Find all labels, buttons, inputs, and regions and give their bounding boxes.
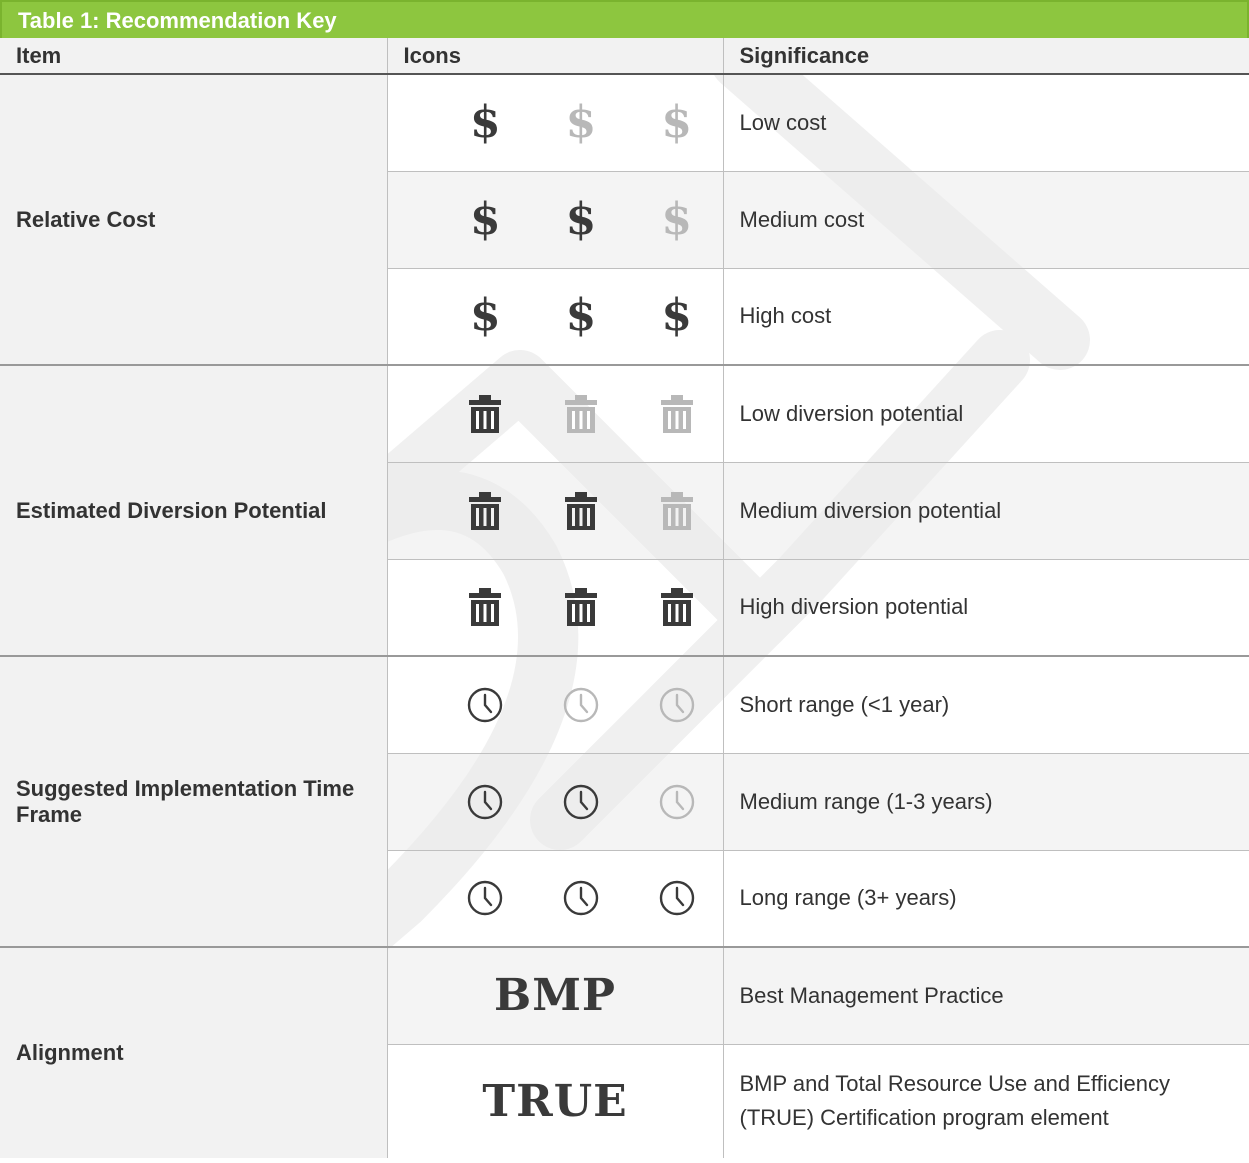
alignment-badge-cell: BMP (387, 947, 724, 1045)
significance-cell: High diversion potential (723, 559, 1249, 657)
dollar-icon: $ (565, 290, 597, 342)
dollar-icon: $ (470, 96, 501, 148)
significance-cell: Low diversion potential (723, 365, 1249, 463)
trash-can-icon (469, 588, 502, 627)
significance-cell: BMP and Total Resource Use and Efficienc… (723, 1044, 1249, 1158)
trash-can-icon (469, 491, 502, 530)
table-title: Table 1: Recommendation Key (0, 0, 1249, 38)
dollar-icon: $ (661, 96, 692, 148)
trash-can-icon (564, 491, 597, 530)
dollar-icon: $ (470, 193, 501, 245)
dollar-icon: $ (565, 96, 597, 148)
clock-icon (563, 784, 599, 819)
true-badge: TRUE (482, 1075, 628, 1127)
trash-can-icon (660, 394, 693, 433)
item-relative-cost: Relative Cost (0, 74, 388, 366)
item-diversion-potential: Estimated Diversion Potential (0, 365, 388, 657)
diversion-icons-medium (387, 462, 724, 560)
significance-cell: Short range (<1 year) (723, 656, 1249, 754)
item-alignment: Alignment (0, 947, 388, 1158)
clock-icon (563, 687, 599, 722)
trash-can-icon (564, 588, 597, 627)
cost-icons-high: $ $ $ (387, 268, 724, 366)
significance-cell: Low cost (723, 74, 1249, 172)
trash-can-icon (660, 588, 693, 627)
significance-cell: Long range (3+ years) (723, 850, 1249, 948)
clock-icon (659, 687, 694, 722)
bmp-badge: BMP (494, 970, 616, 1022)
table-row: Estimated Diversion Potential Low divers… (0, 365, 1249, 657)
item-implementation-time-frame: Suggested Implementation Time Frame (0, 656, 388, 948)
header-row: Item Icons Significance (0, 38, 1249, 75)
significance-cell: High cost (723, 268, 1249, 366)
clock-icon (468, 784, 503, 819)
dollar-icon: $ (565, 193, 597, 245)
significance-cell: Best Management Practice (723, 947, 1249, 1045)
clock-icon (468, 881, 503, 916)
clock-icon (659, 784, 694, 819)
header-item: Item (0, 38, 388, 75)
key-table: Item Icons Significance Relative Cost $ $… (0, 38, 1249, 1158)
trash-can-icon (564, 394, 597, 433)
significance-cell: Medium diversion potential (723, 462, 1249, 560)
header-significance: Significance (723, 38, 1249, 75)
timeframe-icons-short (387, 656, 724, 754)
clock-icon (659, 881, 694, 916)
trash-can-icon (660, 491, 693, 530)
cost-icons-medium: $ $ $ (387, 171, 724, 269)
dollar-icon: $ (661, 290, 692, 342)
clock-icon (563, 881, 599, 916)
trash-can-icon (469, 394, 502, 433)
cost-icons-low: $ $ $ (387, 74, 724, 172)
alignment-badge-cell: TRUE (387, 1044, 724, 1158)
table-row: Alignment BMP Best Management Practice (0, 947, 1249, 1158)
dollar-icon: $ (661, 193, 692, 245)
significance-cell: Medium cost (723, 171, 1249, 269)
recommendation-key-table: Table 1: Recommendation Key Item Icons S… (0, 0, 1249, 1158)
clock-icon (468, 687, 503, 722)
table-row: Relative Cost $ $ $ Low cost (0, 74, 1249, 366)
table-row: Suggested Implementation Time Frame Shor… (0, 656, 1249, 948)
dollar-icon: $ (470, 290, 501, 342)
diversion-icons-high (387, 559, 724, 657)
significance-cell: Medium range (1-3 years) (723, 753, 1249, 851)
header-icons: Icons (387, 38, 724, 75)
timeframe-icons-long (387, 850, 724, 948)
timeframe-icons-medium (387, 753, 724, 851)
diversion-icons-low (387, 365, 724, 463)
